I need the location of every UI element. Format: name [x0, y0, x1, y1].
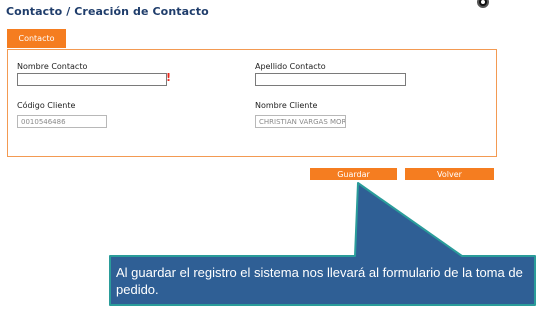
callout-bubble: [109, 182, 536, 306]
callout-text: Al guardar el registro el sistema nos ll…: [116, 265, 523, 297]
